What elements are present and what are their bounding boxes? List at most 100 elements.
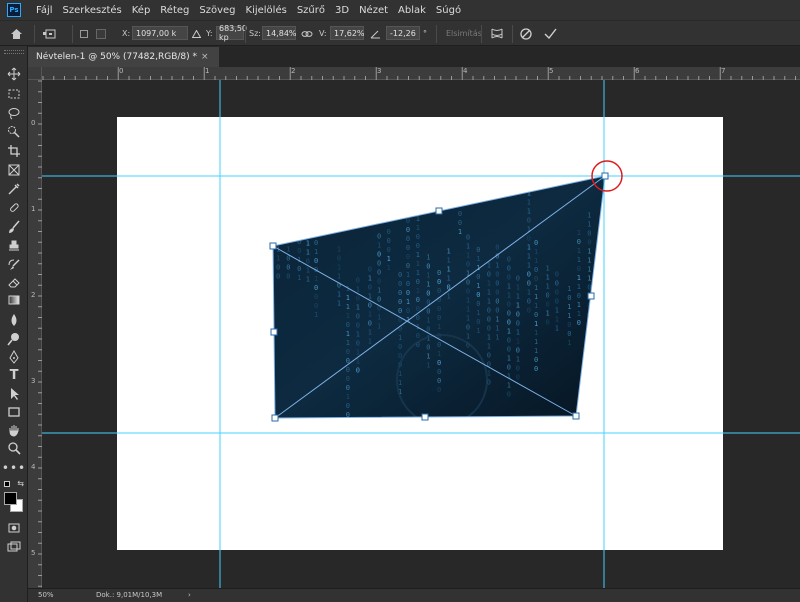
blur-tool-icon[interactable] <box>4 312 24 328</box>
commit-icon[interactable] <box>544 21 558 46</box>
svg-text:0: 0 <box>495 279 499 287</box>
pen-tool-icon[interactable] <box>4 349 24 365</box>
svg-text:1: 1 <box>368 274 372 282</box>
svg-text:0: 0 <box>487 352 491 360</box>
transform-handle[interactable] <box>601 172 609 180</box>
y-position-field[interactable]: 683,50 kp <box>216 24 247 42</box>
reference-point-grid-icon[interactable] <box>96 21 110 46</box>
interpolation-dropdown[interactable]: Elsimítás <box>446 21 482 46</box>
svg-text:1: 1 <box>534 293 538 301</box>
menu-select[interactable]: Kijelölés <box>241 5 292 16</box>
transform-handle[interactable] <box>572 412 580 420</box>
menu-edit[interactable]: Szerkesztés <box>58 5 127 16</box>
move-tool-icon[interactable] <box>4 66 24 82</box>
document-tab[interactable]: Névtelen-1 @ 50% (77482,RGB/8) * × <box>28 47 219 67</box>
document-workspace[interactable]: 1110011100000100101011101111101001000100… <box>42 80 800 588</box>
clone-stamp-tool-icon[interactable] <box>4 238 24 254</box>
transform-handle[interactable] <box>269 242 277 250</box>
transform-handle[interactable] <box>271 414 279 422</box>
menu-filter[interactable]: Szűrő <box>292 5 330 16</box>
reference-checkbox[interactable] <box>80 21 90 46</box>
menu-window[interactable]: Ablak <box>393 5 431 16</box>
svg-text:1: 1 <box>507 328 511 336</box>
menu-view[interactable]: Nézet <box>354 5 393 16</box>
history-brush-tool-icon[interactable] <box>4 257 24 273</box>
svg-text:0: 0 <box>325 198 329 206</box>
transform-handle[interactable] <box>587 292 595 300</box>
svg-text:0: 0 <box>507 256 511 264</box>
svg-text:1: 1 <box>447 266 451 274</box>
relative-position-icon[interactable] <box>192 21 202 46</box>
transform-handle[interactable] <box>435 207 443 215</box>
svg-text:0: 0 <box>406 307 410 315</box>
home-icon[interactable] <box>10 21 26 46</box>
svg-text:1: 1 <box>577 283 581 291</box>
zoom-tool-icon[interactable] <box>4 440 24 456</box>
cancel-icon[interactable] <box>520 21 534 46</box>
svg-text:0: 0 <box>466 233 470 241</box>
menu-type[interactable]: Szöveg <box>194 5 240 16</box>
svg-text:1: 1 <box>516 293 520 301</box>
status-menu-arrow-icon[interactable]: › <box>188 591 191 599</box>
eraser-tool-icon[interactable] <box>4 275 24 291</box>
transform-handle[interactable] <box>270 328 278 336</box>
svg-text:1: 1 <box>516 338 520 346</box>
crop-tool-icon[interactable] <box>4 143 24 159</box>
menu-help[interactable]: Súgó <box>431 5 466 16</box>
menu-file[interactable]: Fájl <box>31 5 58 16</box>
path-selection-tool-icon[interactable] <box>4 386 24 402</box>
gradient-tool-icon[interactable] <box>4 292 24 308</box>
height-scale-field[interactable]: 17,62% <box>330 26 365 40</box>
zoom-level[interactable]: 50% <box>38 591 54 599</box>
rectangle-tool-icon[interactable] <box>4 404 24 420</box>
brush-tool-icon[interactable] <box>4 219 24 235</box>
svg-text:1: 1 <box>398 334 402 342</box>
vertical-ruler[interactable]: 0 1 2 3 4 5 <box>28 80 42 588</box>
menu-3d[interactable]: 3D <box>330 5 354 16</box>
panel-grip[interactable] <box>4 50 24 54</box>
svg-text:1: 1 <box>356 348 360 356</box>
ruler-corner[interactable] <box>28 67 42 80</box>
ruler-number: 2 <box>291 67 296 75</box>
default-colors-icon[interactable]: ⇆ <box>4 476 24 492</box>
horizontal-ruler[interactable]: 0 1 2 3 4 5 6 7 <box>42 67 800 80</box>
warp-icon[interactable] <box>490 21 506 46</box>
svg-text:1: 1 <box>587 220 591 228</box>
screen-mode-icon[interactable] <box>4 539 24 555</box>
menu-layer[interactable]: Réteg <box>155 5 194 16</box>
svg-text:1: 1 <box>555 306 559 314</box>
svg-text:1: 1 <box>527 208 531 216</box>
svg-text:0: 0 <box>325 207 329 215</box>
foreground-color-swatch[interactable] <box>4 492 17 505</box>
svg-text:0: 0 <box>607 305 611 313</box>
quick-mask-icon[interactable] <box>4 520 24 536</box>
hand-tool-icon[interactable] <box>4 422 24 438</box>
reference-point-icon[interactable] <box>42 21 60 46</box>
photoshop-logo-icon[interactable]: Ps <box>7 3 21 17</box>
marquee-tool-icon[interactable] <box>4 86 24 102</box>
eyedropper-tool-icon[interactable] <box>4 181 24 197</box>
rotation-angle-field[interactable]: -12,26 <box>386 26 420 40</box>
svg-text:1: 1 <box>507 283 511 291</box>
healing-brush-tool-icon[interactable] <box>4 200 24 216</box>
svg-text:0: 0 <box>346 348 350 356</box>
svg-text:0: 0 <box>534 239 538 247</box>
svg-text:1: 1 <box>306 231 310 239</box>
dodge-tool-icon[interactable] <box>4 331 24 347</box>
menu-image[interactable]: Kép <box>127 5 156 16</box>
svg-text:1: 1 <box>346 330 350 338</box>
transform-handle[interactable] <box>421 413 429 421</box>
x-position-field[interactable]: 1097,00 k <box>132 26 188 40</box>
close-tab-icon[interactable]: × <box>201 52 209 62</box>
frame-tool-icon[interactable] <box>4 162 24 178</box>
quick-selection-tool-icon[interactable] <box>4 124 24 140</box>
svg-text:0: 0 <box>507 319 511 327</box>
svg-text:0: 0 <box>516 311 520 319</box>
svg-text:1: 1 <box>306 267 310 275</box>
type-tool-icon[interactable]: T <box>4 367 24 383</box>
link-icon[interactable] <box>301 21 315 46</box>
lasso-tool-icon[interactable] <box>4 105 24 121</box>
width-scale-field[interactable]: 14,84% <box>262 26 297 40</box>
more-tools-icon[interactable]: ••• <box>2 460 25 476</box>
svg-text:0: 0 <box>607 350 611 358</box>
